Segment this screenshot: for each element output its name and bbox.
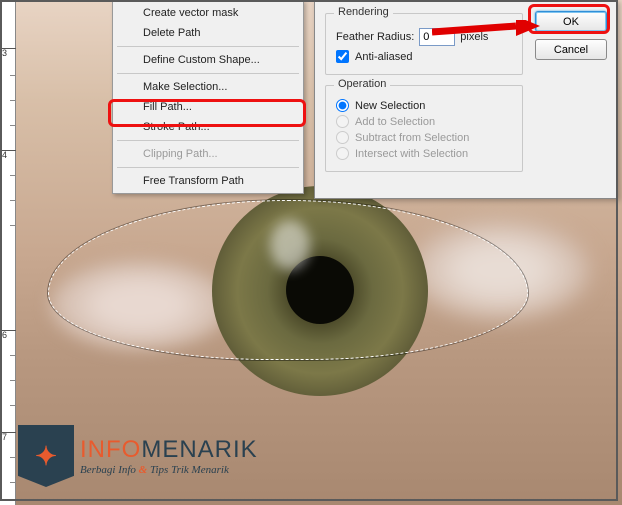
op-new-selection-label: New Selection (355, 100, 425, 112)
watermark-amp: & (139, 464, 148, 476)
op-add-radio (336, 115, 349, 128)
menu-stroke-path[interactable]: Stroke Path... (115, 117, 301, 137)
ruler-tick: 7 (0, 432, 16, 442)
antialiased-label: Anti-aliased (355, 51, 412, 63)
path-context-menu: Create vector mask Delete Path Define Cu… (112, 0, 304, 194)
op-intersect-radio (336, 147, 349, 160)
menu-separator (117, 73, 299, 74)
make-selection-dialog: Rendering Feather Radius: pixels Anti-al… (314, 0, 618, 199)
feather-radius-input[interactable] (419, 28, 455, 46)
rendering-legend: Rendering (334, 6, 393, 18)
watermark: ✦ INFOMENARIK Berbagi Info & Tips Trik M… (18, 425, 258, 487)
rendering-group: Rendering Feather Radius: pixels Anti-al… (325, 13, 523, 75)
operation-group: Operation New Selection Add to Selection… (325, 85, 523, 172)
menu-separator (117, 167, 299, 168)
op-subtract-radio (336, 131, 349, 144)
menu-separator (117, 140, 299, 141)
feather-unit: pixels (460, 31, 488, 43)
operation-legend: Operation (334, 78, 390, 90)
ok-button[interactable]: OK (535, 11, 607, 32)
menu-delete-path[interactable]: Delete Path (115, 23, 301, 43)
ruler-tick: 4 (0, 150, 16, 160)
menu-separator (117, 46, 299, 47)
menu-fill-path[interactable]: Fill Path... (115, 97, 301, 117)
antialiased-checkbox[interactable] (336, 50, 349, 63)
menu-create-vector-mask[interactable]: Create vector mask (115, 3, 301, 23)
menu-free-transform-path[interactable]: Free Transform Path (115, 171, 301, 191)
ruler-tick: 6 (0, 330, 16, 340)
ruler-tick: 3 (0, 48, 16, 58)
menu-make-selection[interactable]: Make Selection... (115, 77, 301, 97)
op-add-label: Add to Selection (355, 116, 435, 128)
op-intersect-label: Intersect with Selection (355, 148, 468, 160)
watermark-brand-b: MENARIK (141, 436, 257, 463)
cancel-button[interactable]: Cancel (535, 39, 607, 60)
watermark-tagline-a: Berbagi Info (80, 464, 136, 476)
op-new-selection-radio[interactable] (336, 99, 349, 112)
menu-define-custom-shape[interactable]: Define Custom Shape... (115, 50, 301, 70)
watermark-tagline-b: Tips Trik Menarik (150, 464, 229, 476)
op-subtract-label: Subtract from Selection (355, 132, 469, 144)
menu-clipping-path: Clipping Path... (115, 144, 301, 164)
watermark-badge-icon: ✦ (18, 425, 74, 487)
watermark-text: INFOMENARIK Berbagi Info & Tips Trik Men… (80, 436, 258, 476)
feather-label: Feather Radius: (336, 31, 414, 43)
watermark-brand-a: INFO (80, 436, 141, 463)
vertical-ruler: 3 4 6 7 (0, 0, 16, 505)
